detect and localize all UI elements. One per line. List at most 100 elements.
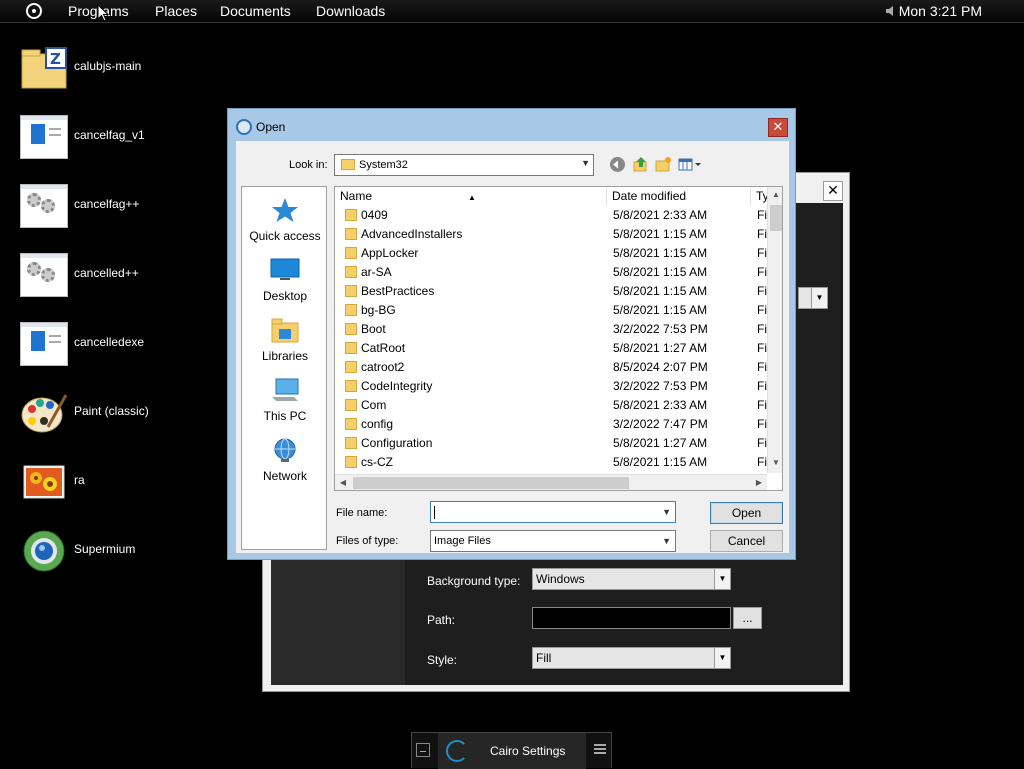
file-type-select[interactable]: Image Files ▼ (430, 530, 676, 552)
column-header-date[interactable]: Date modified (607, 187, 751, 205)
window-app-icon (20, 322, 68, 366)
file-date: 5/8/2021 1:15 AM (613, 265, 708, 279)
file-row[interactable]: CodeIntegrity 3/2/2022 7:53 PM Fil (335, 377, 770, 396)
file-row[interactable]: catroot2 8/5/2024 2:07 PM Fil (335, 358, 770, 377)
view-menu-icon[interactable] (678, 156, 704, 173)
file-row[interactable]: CatRoot 5/8/2021 1:27 AM Fil (335, 339, 770, 358)
file-name: Configuration (361, 436, 433, 450)
desktop-icon-cancelfag-plusplus[interactable]: cancelfag++ (20, 182, 200, 234)
network-globe-icon (274, 438, 296, 462)
scroll-thumb[interactable] (353, 477, 629, 489)
style-value: Fill (536, 651, 552, 665)
volume-icon[interactable] (884, 4, 898, 18)
file-date: 5/8/2021 1:15 AM (613, 284, 708, 298)
menu-downloads[interactable]: Downloads (316, 3, 385, 19)
file-row[interactable]: config 3/2/2022 7:47 PM Fil (335, 415, 770, 434)
dialog-app-icon (236, 119, 252, 135)
dialog-titlebar[interactable]: Open ✕ (228, 109, 795, 139)
chevron-down-icon: ▼ (662, 507, 671, 517)
file-date: 3/2/2022 7:53 PM (613, 322, 708, 336)
file-name-input[interactable]: ▼ (430, 501, 676, 523)
libraries-folder-icon (271, 318, 299, 343)
file-row[interactable]: bg-BG 5/8/2021 1:15 AM Fil (335, 301, 770, 320)
look-in-select[interactable]: System32 ▼ (334, 154, 594, 176)
taskbar-item-cairo-settings[interactable]: Cairo Settings (438, 733, 586, 769)
open-button[interactable]: Open (710, 502, 783, 524)
hidden-combo[interactable]: ▼ (798, 287, 828, 309)
desktop-icon-cancelled-plusplus[interactable]: cancelled++ (20, 251, 200, 303)
browse-button[interactable]: ... (733, 607, 762, 629)
folder-icon (345, 247, 357, 259)
background-type-value: Windows (536, 572, 585, 586)
file-date: 5/8/2021 1:27 AM (613, 436, 708, 450)
scroll-left-icon[interactable]: ◀ (335, 475, 351, 490)
desktop-icon-label: cancelledexe (74, 335, 145, 349)
place-this-pc[interactable]: This PC (242, 373, 328, 429)
file-row[interactable]: 0409 5/8/2021 2:33 AM Fil (335, 206, 770, 225)
up-folder-icon[interactable] (632, 156, 649, 173)
path-input[interactable] (532, 607, 731, 629)
desktop-icon-cancelfag-v1[interactable]: cancelfag_v1 (20, 113, 200, 165)
cancel-button[interactable]: Cancel (710, 530, 783, 552)
folder-icon (345, 399, 357, 411)
file-row[interactable]: AdvancedInstallers 5/8/2021 1:15 AM Fil (335, 225, 770, 244)
file-row[interactable]: BestPractices 5/8/2021 1:15 AM Fil (335, 282, 770, 301)
back-arrow-icon[interactable] (609, 156, 626, 173)
folder-icon (345, 361, 357, 373)
scroll-up-icon[interactable]: ▲ (768, 187, 782, 203)
place-quick-access[interactable]: Quick access (242, 193, 328, 249)
browser-icon (23, 530, 65, 572)
vertical-scrollbar[interactable]: ▲ ▼ (767, 187, 782, 473)
place-network[interactable]: Network (242, 433, 328, 489)
place-desktop[interactable]: Desktop (242, 253, 328, 309)
file-date: 3/2/2022 7:53 PM (613, 379, 708, 393)
file-date: 8/5/2024 2:07 PM (613, 360, 708, 374)
horizontal-scrollbar[interactable]: ◀ ▶ (335, 474, 767, 490)
desktop-icon-ra[interactable]: ra (20, 458, 200, 510)
file-row[interactable]: Boot 3/2/2022 7:53 PM Fil (335, 320, 770, 339)
svg-text:Z: Z (50, 50, 61, 68)
clock[interactable]: Mon 3:21 PM (899, 3, 982, 19)
desktop-icon-cancelledexe[interactable]: cancelledexe (20, 320, 200, 372)
file-date: 5/8/2021 1:15 AM (613, 246, 708, 260)
sort-ascending-icon: ▲ (468, 193, 476, 202)
flower-image-icon (23, 465, 65, 499)
menu-places[interactable]: Places (155, 3, 197, 19)
menu-icon[interactable] (594, 744, 606, 754)
background-type-select[interactable]: Windows ▼ (532, 568, 731, 590)
style-select[interactable]: Fill ▼ (532, 647, 731, 669)
chevron-down-icon: ▼ (662, 536, 671, 546)
show-desktop-icon[interactable] (416, 743, 430, 757)
place-libraries[interactable]: Libraries (242, 313, 328, 369)
file-name: AdvancedInstallers (361, 227, 463, 241)
scroll-thumb[interactable] (770, 205, 782, 231)
desktop-icon-paint-classic[interactable]: Paint (classic) (20, 389, 200, 441)
file-date: 3/2/2022 7:47 PM (613, 417, 708, 431)
dialog-close-button[interactable]: ✕ (768, 118, 788, 137)
place-label: Libraries (261, 349, 309, 363)
file-row[interactable]: Com 5/8/2021 2:33 AM Fil (335, 396, 770, 415)
desktop-monitor-icon (270, 258, 300, 280)
scroll-right-icon[interactable]: ▶ (751, 475, 767, 490)
look-in-value: System32 (359, 159, 408, 171)
close-button[interactable]: ✕ (823, 181, 843, 201)
scroll-down-icon[interactable]: ▼ (768, 455, 782, 471)
desktop-icon-supermium[interactable]: Supermium (20, 527, 200, 579)
star-icon (272, 198, 298, 222)
menu-documents[interactable]: Documents (220, 3, 291, 19)
file-row[interactable]: ar-SA 5/8/2021 1:15 AM Fil (335, 263, 770, 282)
column-header-label: Name (340, 189, 373, 203)
desktop-icon-calubjs-main[interactable]: Z calubjs-main (20, 44, 200, 96)
column-header-name[interactable]: Name ▲ (335, 187, 607, 205)
file-name: bg-BG (361, 303, 396, 317)
taskbar-item-label: Cairo Settings (490, 744, 566, 758)
place-label: Network (262, 469, 307, 483)
cairo-logo-icon[interactable] (26, 3, 42, 19)
desktop-icon-label: Supermium (74, 542, 136, 556)
file-row[interactable]: Configuration 5/8/2021 1:27 AM Fil (335, 434, 770, 453)
cairo-settings-icon (446, 740, 468, 762)
file-row[interactable]: cs-CZ 5/8/2021 1:15 AM Fil (335, 453, 770, 472)
file-row[interactable]: AppLocker 5/8/2021 1:15 AM Fil (335, 244, 770, 263)
new-folder-icon[interactable] (655, 156, 672, 173)
column-header-label: Date modified (612, 189, 687, 203)
